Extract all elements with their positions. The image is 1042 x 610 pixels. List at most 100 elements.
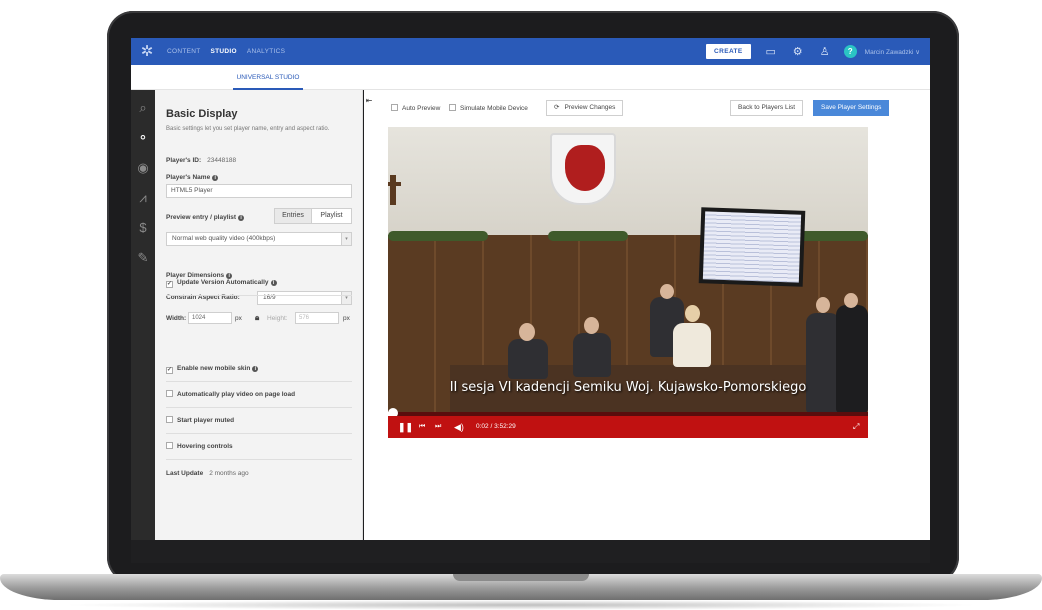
person-head-image: [660, 284, 674, 299]
person-image: [573, 333, 611, 377]
nav-studio[interactable]: STUDIO: [211, 48, 237, 55]
playlist-toggle[interactable]: Playlist: [311, 208, 352, 224]
checkbox-mobile-skin[interactable]: ✓: [166, 367, 173, 374]
info-icon[interactable]: i: [252, 366, 259, 372]
lock-icon[interactable]: 🔒︎: [255, 313, 259, 323]
person-head-image: [816, 297, 830, 313]
last-update-label: Last Update: [166, 470, 204, 477]
video-garland: [798, 231, 868, 241]
auto-preview-toggle[interactable]: Auto Preview: [391, 104, 440, 112]
back-to-players-button[interactable]: Back to Players List: [730, 100, 804, 116]
top-nav: ✲ CONTENT STUDIO ANALYTICS CREATE ▭ ⚙ ♙ …: [131, 38, 930, 65]
chart-icon[interactable]: ⩘: [131, 190, 155, 206]
settings-panel: Basic Display Basic settings let you set…: [155, 90, 363, 540]
entries-toggle[interactable]: Entries: [274, 208, 312, 224]
video-garland: [388, 231, 488, 241]
nav-content[interactable]: CONTENT: [167, 48, 201, 55]
info-icon[interactable]: i: [238, 215, 245, 221]
laptop-screen: ✲ CONTENT STUDIO ANALYTICS CREATE ▭ ⚙ ♙ …: [131, 38, 930, 563]
folder-icon[interactable]: ▭: [764, 45, 778, 59]
dollar-icon[interactable]: $: [131, 220, 155, 235]
fullscreen-icon[interactable]: ⤢: [853, 422, 862, 431]
time-total: / 3:52:29: [490, 423, 516, 430]
panel-title: Basic Display: [166, 108, 238, 120]
checkbox-simulate-mobile[interactable]: [449, 104, 456, 111]
person-head-image: [584, 317, 599, 334]
entry-select[interactable]: Normal web quality video (400kbps) ▾: [166, 232, 352, 246]
user-icon[interactable]: ♙: [818, 45, 832, 59]
check-label: Hovering controls: [177, 443, 233, 450]
check-label: Enable new mobile skin: [177, 365, 251, 372]
person-image: [673, 323, 711, 367]
time-display: 0:02 / 3:52:29: [476, 416, 516, 438]
volume-icon[interactable]: ◀): [454, 416, 464, 438]
check-start-muted[interactable]: Start player muted: [166, 408, 352, 434]
preview-label: Preview entry / playlist: [166, 214, 237, 221]
rewind-icon[interactable]: ⏮: [419, 416, 425, 438]
person-image: [836, 305, 868, 413]
checkbox-auto-preview[interactable]: [391, 104, 398, 111]
player-id-row: Player's ID: 23448188: [166, 157, 236, 164]
height-input[interactable]: 576: [295, 312, 339, 324]
search-icon[interactable]: ⌕: [131, 100, 155, 116]
height-unit: px: [343, 315, 350, 322]
info-icon[interactable]: i: [270, 280, 277, 286]
plugin-icon[interactable]: ✎: [131, 250, 155, 266]
checkbox-hovering-controls[interactable]: [166, 442, 173, 449]
last-update-value: 2 months ago: [209, 470, 249, 477]
player-name-label-row: Player's Name i: [166, 174, 219, 181]
nav-analytics[interactable]: ANALYTICS: [247, 48, 285, 55]
screen-image: [698, 207, 806, 287]
auto-preview-label: Auto Preview: [402, 105, 441, 112]
check-update-version[interactable]: ✓ Update Version Automatically i: [166, 270, 352, 296]
check-autoplay[interactable]: Automatically play video on page load: [166, 382, 352, 408]
checkbox-update-version[interactable]: ✓: [166, 281, 173, 288]
person-image: [508, 339, 548, 379]
collapse-panel-icon[interactable]: ⇤: [364, 96, 374, 106]
height-label: Height:: [267, 315, 288, 322]
forward-icon[interactable]: ⏭: [435, 416, 441, 438]
person-image: [806, 313, 840, 413]
info-icon[interactable]: i: [212, 175, 219, 181]
refresh-icon: ⟳: [554, 104, 560, 111]
check-label: Update Version Automatically: [177, 279, 269, 286]
coat-of-arms-image: [550, 133, 616, 205]
settings-icon[interactable]: ⚬: [131, 130, 155, 146]
person-head-image: [519, 323, 535, 341]
laptop-shadow: [60, 600, 982, 610]
help-icon[interactable]: ?: [843, 45, 857, 58]
entry-select-value: Normal web quality video (400kbps): [172, 235, 276, 242]
last-update-row: Last Update 2 months ago: [166, 470, 249, 477]
gear-icon[interactable]: ⚙: [791, 45, 805, 59]
sub-nav: UNIVERSAL STUDIO: [131, 65, 930, 90]
checkbox-autoplay[interactable]: [166, 390, 173, 397]
preview-changes-button[interactable]: ⟳ Preview Changes: [546, 100, 624, 116]
player-id-value: 23448188: [207, 157, 237, 164]
laptop-frame: ✲ CONTENT STUDIO ANALYTICS CREATE ▭ ⚙ ♙ …: [0, 0, 1042, 610]
width-input[interactable]: 1024: [188, 312, 232, 324]
user-menu[interactable]: Marcin Zawadzki ∨: [865, 48, 920, 56]
laptop-base-notch: [453, 574, 589, 581]
check-label: Automatically play video on page load: [177, 391, 296, 398]
video-subtitle: II sesja VI kadencji Semiku Woj. Kujawsk…: [449, 380, 807, 395]
player-name-input[interactable]: HTML5 Player: [166, 184, 352, 198]
time-current: 0:02: [476, 423, 489, 430]
eye-icon[interactable]: ◉: [131, 160, 155, 176]
pause-icon[interactable]: ❚❚: [398, 416, 413, 438]
player-id-label: Player's ID:: [166, 157, 202, 164]
create-button[interactable]: CREATE: [706, 44, 751, 59]
panel-description: Basic settings let you set player name, …: [166, 126, 330, 132]
video-garland: [548, 231, 628, 241]
side-rail: ⌕ ⚬ ◉ ⩘ $ ✎: [131, 90, 155, 563]
check-hovering-controls[interactable]: Hovering controls: [166, 434, 352, 460]
check-mobile-skin[interactable]: ✓ Enable new mobile skin i: [166, 356, 352, 382]
checkbox-start-muted[interactable]: [166, 416, 173, 423]
tab-universal-studio[interactable]: UNIVERSAL STUDIO: [233, 65, 303, 90]
simulate-mobile-toggle[interactable]: Simulate Mobile Device: [449, 104, 528, 112]
screen-image-content: [702, 211, 802, 283]
width-label: Width:: [166, 315, 187, 322]
save-player-settings-button[interactable]: Save Player Settings: [813, 100, 890, 116]
width-unit: px: [235, 315, 242, 322]
video-player[interactable]: II sesja VI kadencji Semiku Woj. Kujawsk…: [388, 127, 868, 438]
logo-icon[interactable]: ✲: [139, 43, 155, 60]
